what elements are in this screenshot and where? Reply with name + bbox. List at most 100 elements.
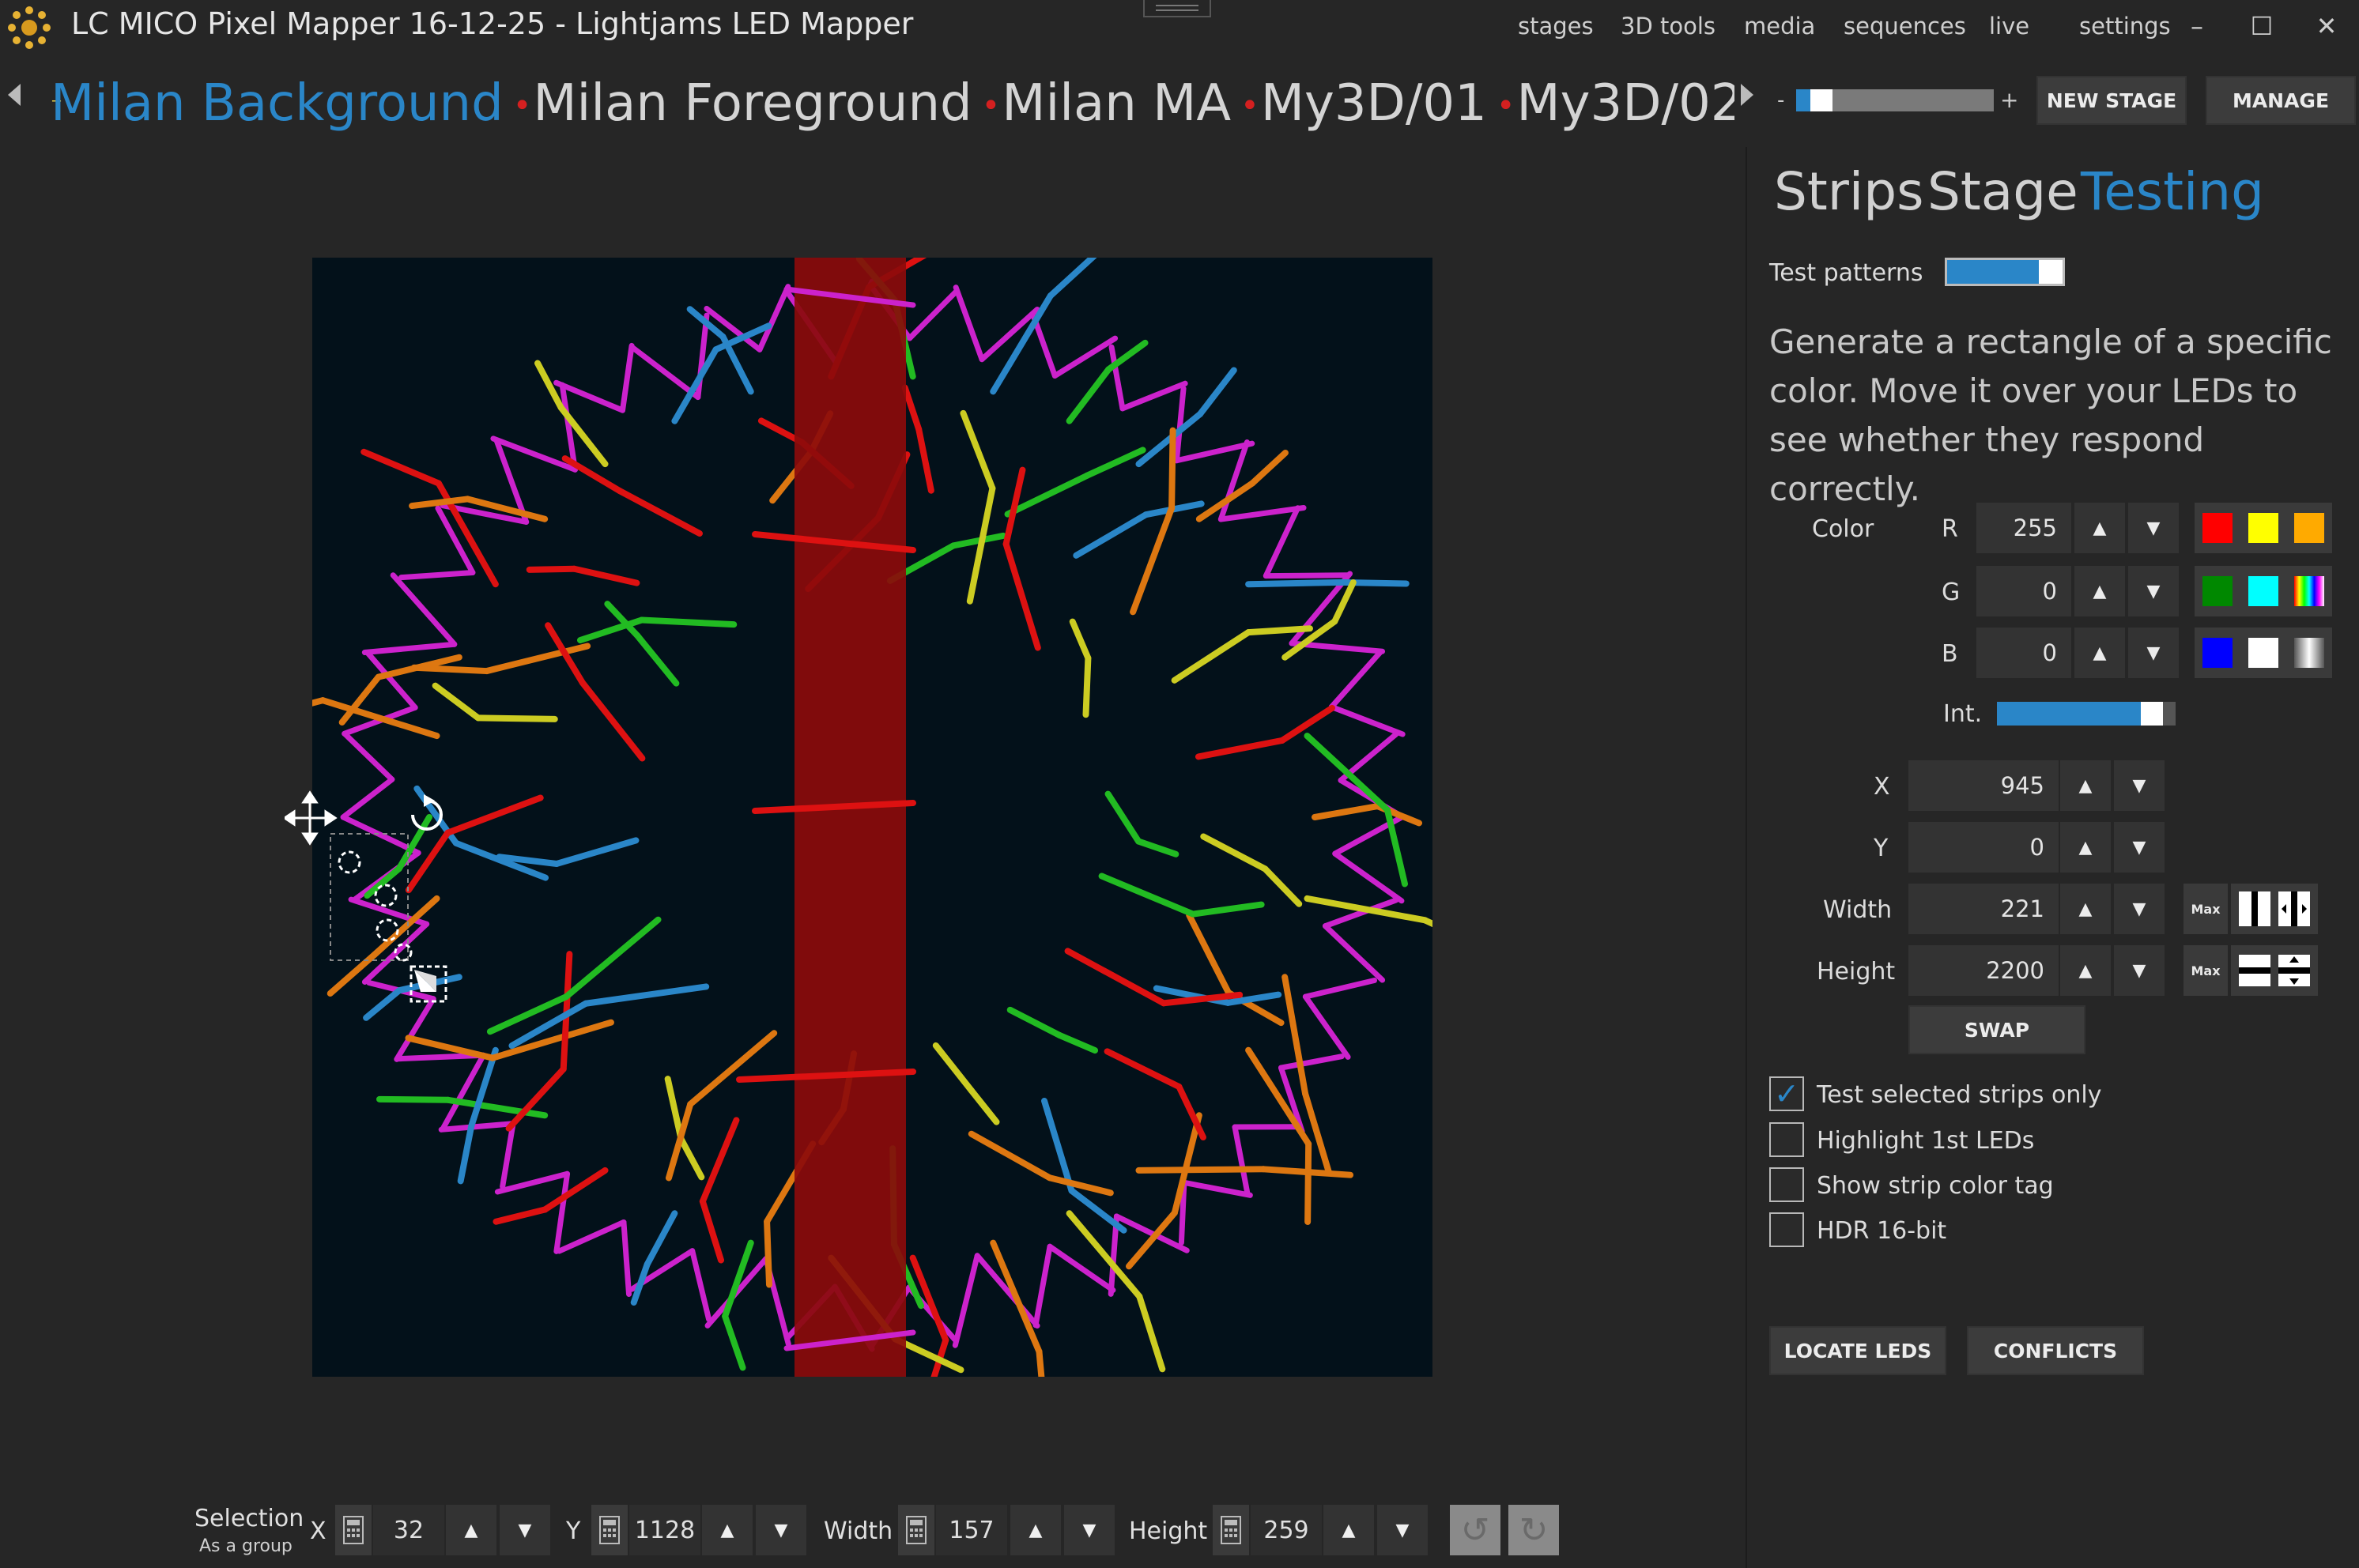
- width-max-button[interactable]: Max: [2183, 884, 2228, 934]
- swatch-rainbow-icon[interactable]: [2294, 576, 2324, 606]
- checkbox-test-selected[interactable]: ✓: [1769, 1076, 1804, 1111]
- g-down-button[interactable]: ▼: [2128, 566, 2179, 616]
- menu-3d-tools[interactable]: 3D tools: [1621, 13, 1715, 40]
- sel-height-down-button[interactable]: ▼: [1377, 1505, 1428, 1555]
- led-strip: [1073, 511, 1149, 559]
- calculator-icon[interactable]: [1213, 1505, 1249, 1555]
- height-max-button[interactable]: Max: [2183, 945, 2228, 996]
- sel-x-up-button[interactable]: ▲: [446, 1505, 496, 1555]
- minimize-button[interactable]: –: [2177, 11, 2217, 41]
- swatch-green[interactable]: [2202, 576, 2233, 606]
- r-down-button[interactable]: ▼: [2128, 503, 2179, 553]
- swatch-gradient-icon[interactable]: [2294, 638, 2324, 668]
- zoom-minus[interactable]: -: [1777, 89, 1784, 112]
- undo-icon[interactable]: ↺: [1450, 1505, 1500, 1555]
- r-value-field[interactable]: 255: [1976, 503, 2071, 553]
- stage-tab-label: My3D/01: [1260, 74, 1487, 133]
- close-button[interactable]: ✕: [2307, 11, 2346, 41]
- sel-y-field[interactable]: 1128: [629, 1505, 700, 1555]
- app-logo-icon: [8, 6, 51, 49]
- sel-width-down-button[interactable]: ▼: [1064, 1505, 1115, 1555]
- sel-width-field[interactable]: 157: [936, 1505, 1007, 1555]
- b-up-button[interactable]: ▲: [2074, 628, 2125, 678]
- sel-height-field[interactable]: 259: [1251, 1505, 1322, 1555]
- swatch-white[interactable]: [2248, 638, 2278, 668]
- x-up-button[interactable]: ▲: [2060, 760, 2111, 811]
- zoom-plus[interactable]: +: [2000, 87, 2018, 113]
- menu-media[interactable]: media: [1744, 13, 1815, 40]
- led-strip: [1312, 803, 1381, 820]
- conflicts-button[interactable]: CONFLICTS: [1967, 1326, 2144, 1375]
- menu-stages[interactable]: stages: [1518, 13, 1594, 40]
- led-strip: [1108, 344, 1126, 412]
- g-value-field[interactable]: 0: [1976, 566, 2071, 616]
- tab-strips[interactable]: Strips: [1774, 161, 1924, 222]
- led-strip: [974, 1253, 1040, 1329]
- y-value-field[interactable]: 0: [1908, 822, 2059, 873]
- swatch-cyan[interactable]: [2248, 576, 2278, 606]
- tab-testing[interactable]: Testing: [2081, 161, 2264, 222]
- stage-tab[interactable]: •My3D/02: [1497, 70, 1734, 138]
- tabs-scroll-right-icon[interactable]: [1741, 84, 1753, 106]
- swatch-blue[interactable]: [2202, 638, 2233, 668]
- stage-canvas[interactable]: [238, 239, 1504, 1438]
- height-down-button[interactable]: ▼: [2114, 945, 2165, 996]
- tabs-scroll-left-icon[interactable]: [8, 84, 21, 106]
- width-down-button[interactable]: ▼: [2114, 884, 2165, 934]
- sel-width-up-button[interactable]: ▲: [1010, 1505, 1061, 1555]
- swap-button[interactable]: SWAP: [1908, 1005, 2085, 1054]
- new-stage-button[interactable]: NEW STAGE: [2036, 76, 2187, 125]
- height-value-field[interactable]: 2200: [1908, 945, 2059, 996]
- sel-y-down-button[interactable]: ▼: [756, 1505, 806, 1555]
- intensity-slider-thumb[interactable]: [2141, 702, 2163, 726]
- swatch-yellow[interactable]: [2248, 513, 2278, 543]
- sel-x-field[interactable]: 32: [373, 1505, 444, 1555]
- width-value-field[interactable]: 221: [1908, 884, 2059, 934]
- checkbox-highlight-first[interactable]: [1769, 1122, 1804, 1157]
- tab-stage[interactable]: Stage: [1927, 161, 2078, 222]
- stage-dot-icon: •: [981, 88, 1001, 125]
- menu-live[interactable]: live: [1989, 13, 2029, 40]
- manage-button[interactable]: MANAGE: [2206, 76, 2356, 125]
- g-up-button[interactable]: ▲: [2074, 566, 2125, 616]
- calculator-icon[interactable]: [335, 1505, 372, 1555]
- selection-gizmo[interactable]: [285, 786, 459, 1016]
- menu-sequences[interactable]: sequences: [1844, 13, 1966, 40]
- drag-grip-icon[interactable]: [1143, 0, 1211, 17]
- y-up-button[interactable]: ▲: [2060, 822, 2111, 873]
- checkbox-hdr[interactable]: [1769, 1212, 1804, 1247]
- y-down-button[interactable]: ▼: [2114, 822, 2165, 873]
- r-up-button[interactable]: ▲: [2074, 503, 2125, 553]
- menu-settings[interactable]: settings: [2079, 13, 2171, 40]
- calculator-icon[interactable]: [898, 1505, 934, 1555]
- test-patterns-toggle[interactable]: [1945, 258, 2065, 286]
- width-up-button[interactable]: ▲: [2060, 884, 2111, 934]
- height-up-button[interactable]: ▲: [2060, 945, 2111, 996]
- led-strip: [457, 1123, 475, 1185]
- x-value-field[interactable]: 945: [1908, 760, 2059, 811]
- led-strip: [689, 1248, 712, 1322]
- swatch-red[interactable]: [2202, 513, 2233, 543]
- stage-tab[interactable]: •Milan Foreground: [513, 70, 972, 138]
- led-strip: [486, 993, 570, 1035]
- maximize-button[interactable]: ☐: [2242, 11, 2282, 41]
- swatch-orange[interactable]: [2294, 513, 2324, 543]
- b-down-button[interactable]: ▼: [2128, 628, 2179, 678]
- calculator-icon[interactable]: [591, 1505, 628, 1555]
- sel-y-up-button[interactable]: ▲: [702, 1505, 753, 1555]
- intensity-slider[interactable]: [1997, 702, 2176, 726]
- sel-x-down-button[interactable]: ▼: [500, 1505, 550, 1555]
- sel-height-up-button[interactable]: ▲: [1323, 1505, 1374, 1555]
- stage-tab[interactable]: •Milan MA: [982, 70, 1232, 138]
- led-strip: [621, 1219, 632, 1297]
- checkbox-color-tag[interactable]: [1769, 1167, 1804, 1202]
- zoom-slider-thumb[interactable]: [1810, 89, 1832, 111]
- x-down-button[interactable]: ▼: [2114, 760, 2165, 811]
- b-value-field[interactable]: 0: [1976, 628, 2071, 678]
- led-strip: [633, 631, 680, 687]
- led-strip: [719, 334, 754, 395]
- stage-tab[interactable]: •My3D/01: [1240, 70, 1487, 138]
- locate-leds-button[interactable]: LOCATE LEDS: [1769, 1326, 1946, 1375]
- stage-tab[interactable]: Milan Background: [51, 70, 504, 138]
- redo-icon[interactable]: ↻: [1508, 1505, 1559, 1555]
